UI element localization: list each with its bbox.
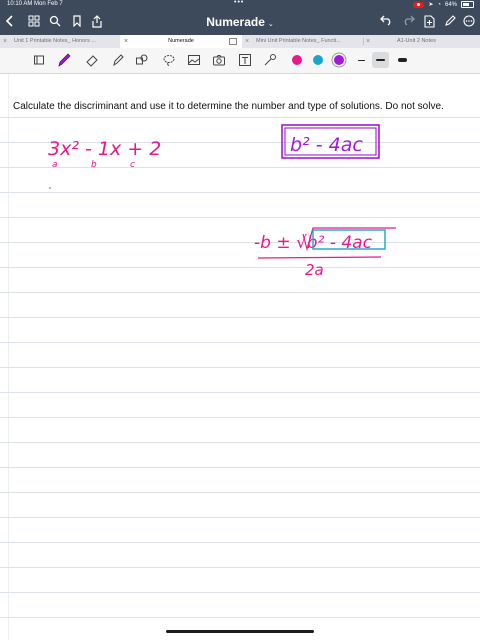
page-icon[interactable] — [31, 52, 47, 68]
status-right: ➤ ◔ 64% — [413, 1, 474, 8]
handwritten-discriminant: b² - 4ac — [290, 134, 363, 156]
drawing-toolbar — [0, 48, 480, 74]
multitasking-dots-icon[interactable]: ••• — [234, 0, 244, 6]
document-tab-bar: × Unit 1 Printable Notes_ Honors ... × N… — [0, 35, 480, 49]
battery-percent: 64% — [444, 1, 457, 8]
fraction-bar — [257, 256, 382, 259]
tab-mini-unit-notes[interactable]: × Mini Unit Printable Notes_ Functi... — [242, 35, 363, 48]
screen-record-icon — [413, 1, 425, 8]
tab-a1-unit-2-notes[interactable]: × A1-Unit 2 Notes — [363, 35, 480, 48]
battery-icon — [461, 1, 474, 8]
handwritten-expression: 3x² - 1x + 2 — [48, 138, 161, 160]
color-swatch-pink[interactable] — [292, 55, 302, 65]
tab-close-icon[interactable]: × — [3, 35, 7, 48]
note-page[interactable]: Calculate the discriminant and use it to… — [0, 74, 480, 640]
undo-icon[interactable] — [378, 13, 394, 29]
handwriting-layer: 3x² - 1x + 2 a b c b² - 4ac -b ± √b² - 4… — [48, 124, 396, 279]
label-coef-c: c — [130, 160, 135, 170]
nav-bar: Numerade ⌄ — [0, 9, 480, 35]
tab-close-icon[interactable]: × — [245, 35, 249, 48]
pen-icon[interactable] — [56, 52, 72, 68]
more-options-icon[interactable] — [461, 13, 477, 29]
stroke-fine[interactable] — [358, 60, 365, 61]
status-bar: 10:10 AM Mon Feb 7 ••• ➤ ◔ 64% — [0, 0, 480, 9]
color-swatch-teal[interactable] — [313, 55, 323, 65]
stroke-thick[interactable] — [398, 58, 407, 62]
location-icon: ➤ — [428, 2, 434, 8]
tab-close-icon[interactable]: × — [366, 35, 370, 48]
stray-dot — [49, 187, 51, 189]
lasso-icon[interactable] — [161, 52, 177, 68]
status-time-date: 10:10 AM Mon Feb 7 — [7, 1, 63, 7]
formula-denominator: 2a — [305, 261, 324, 279]
redo-icon[interactable] — [400, 13, 416, 29]
title-chevron-down-icon: ⌄ — [267, 21, 274, 28]
image-icon[interactable] — [186, 52, 202, 68]
eraser-icon[interactable] — [84, 52, 100, 68]
tab-unit-1-notes[interactable]: × Unit 1 Printable Notes_ Honors ... — [0, 35, 120, 48]
wifi-icon: ◔ — [437, 1, 441, 8]
pen-mode-icon[interactable] — [442, 13, 458, 29]
text-icon[interactable] — [237, 52, 253, 68]
home-indicator[interactable] — [166, 630, 314, 633]
split-view-icon[interactable] — [229, 38, 237, 45]
color-swatch-purple[interactable] — [334, 55, 344, 65]
camera-icon[interactable] — [211, 52, 227, 68]
shapes-icon[interactable] — [134, 52, 150, 68]
label-coef-a: a — [52, 160, 58, 170]
label-coef-b: b — [91, 160, 97, 170]
tab-numerade[interactable]: × Numerade — [120, 35, 242, 48]
laser-pointer-icon[interactable] — [262, 52, 278, 68]
stroke-medium — [376, 59, 385, 61]
add-page-icon[interactable] — [421, 13, 437, 29]
highlighter-icon[interactable] — [110, 52, 126, 68]
